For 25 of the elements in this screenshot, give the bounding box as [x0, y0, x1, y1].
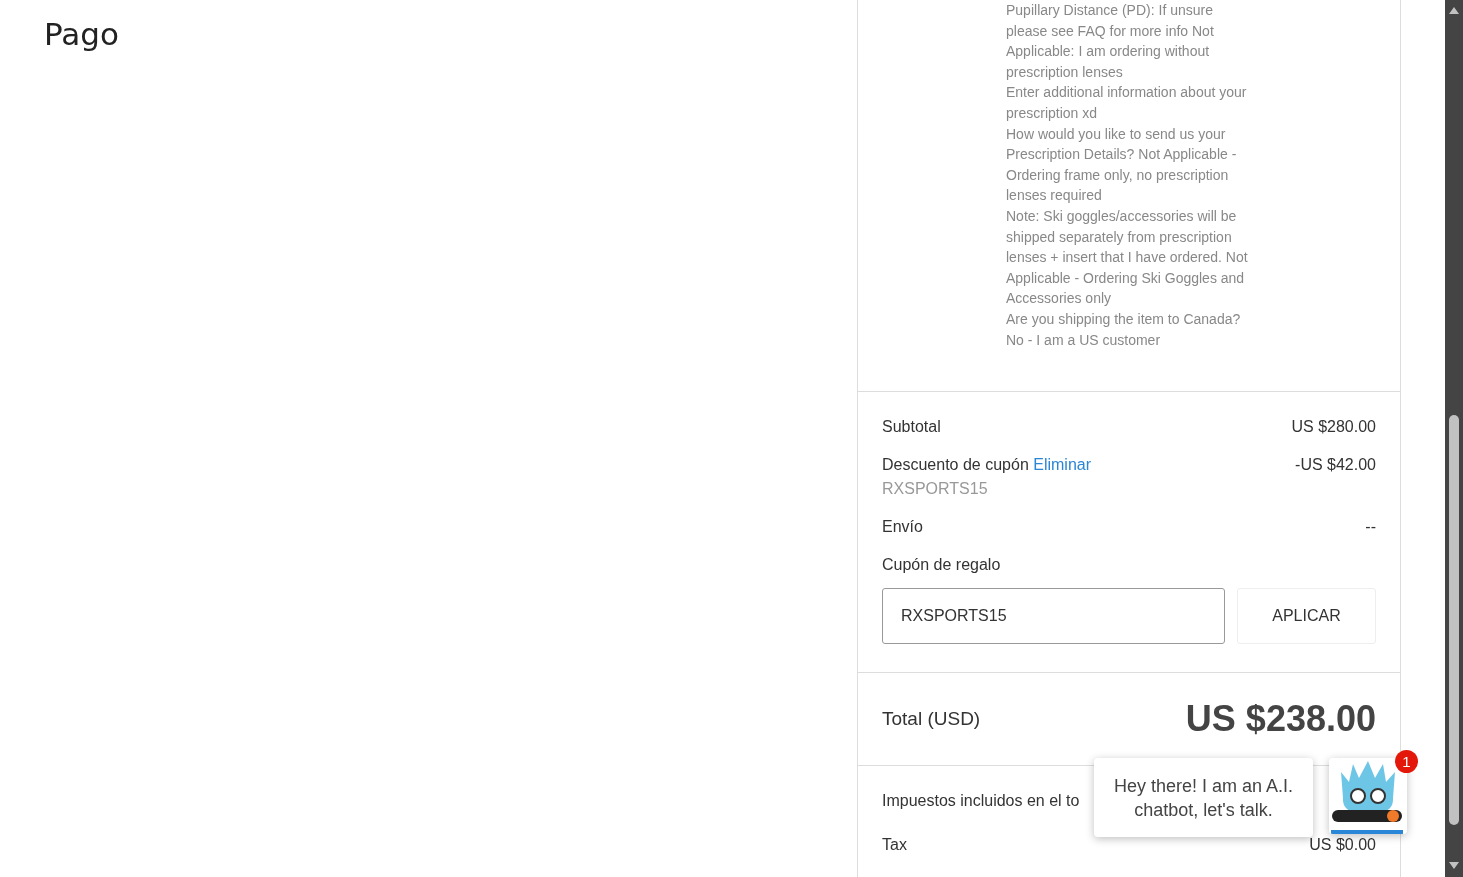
subtotal-label: Subtotal — [882, 418, 941, 437]
scrollbar[interactable] — [1445, 0, 1463, 877]
tax-label: Tax — [882, 836, 907, 855]
notification-badge: 1 — [1395, 750, 1418, 773]
shipping-value: -- — [1365, 518, 1376, 537]
option-text: Note: Ski goggles/accessories will be shipped separately from prescription lenses + insert that I have ordered. Not Applicable - Ordering Ski Goggles and Accessories only — [1006, 206, 1249, 309]
tax-note: Impuestos incluidos en el to — [882, 792, 1080, 810]
discount-value: -US $42.00 — [1295, 456, 1376, 475]
shipping-label: Envío — [882, 518, 923, 537]
remove-link[interactable]: Eliminar — [1033, 456, 1092, 474]
gift-coupon-label: Cupón de regalo — [882, 556, 1002, 575]
tax-value: US $0.00 — [1309, 836, 1376, 855]
coupon-field[interactable]: RXSPORTS15 — [882, 588, 1225, 645]
option-text: Pupillary Distance (PD): If unsure please see FAQ for more info Not Applicable: I am ordering without prescription lenses — [1006, 1, 1215, 82]
total-label: Total (USD) — [882, 708, 981, 731]
option-text: Are you shipping the item to Canada? No - I am a US customer — [1006, 309, 1242, 350]
discount-label: Descuento de cupón — [882, 456, 1029, 474]
page-title: Pago — [44, 16, 120, 52]
subtotal-value: US $280.00 — [1291, 418, 1376, 437]
coupon-code: RXSPORTS15 — [882, 480, 989, 499]
option-text: How would you like to send us your Prescription Details? Not Applicable - Ordering frame only, no prescription lenses required — [1006, 124, 1238, 206]
chat-bubble[interactable]: Hey there! I am an A.I. chatbot, let's talk. — [1094, 758, 1313, 837]
total-value: US $238.00 — [1185, 698, 1376, 741]
apply-button[interactable]: APLICAR — [1237, 588, 1376, 645]
option-text: Enter additional information about your prescription xd — [1006, 83, 1248, 123]
